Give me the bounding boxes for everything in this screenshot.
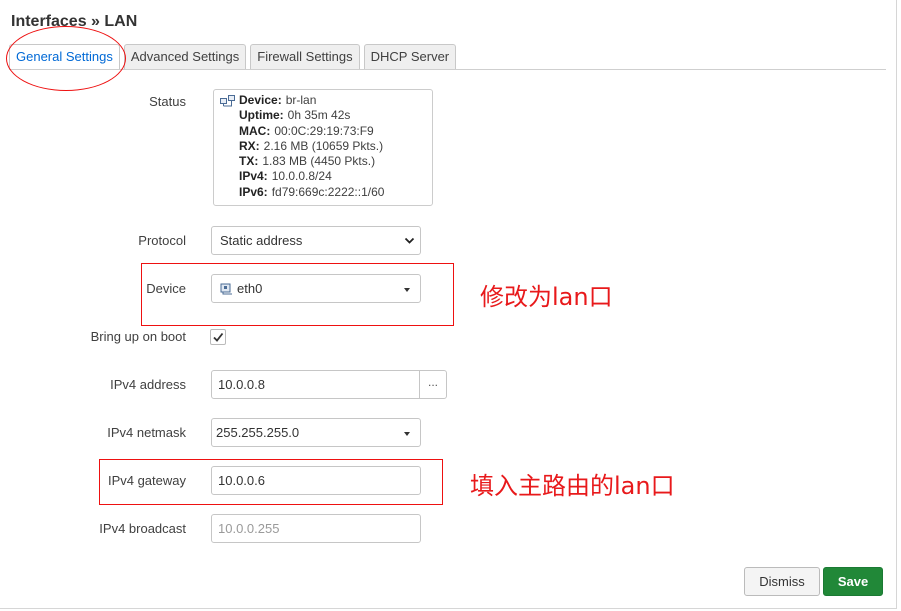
- rx-key: RX:: [239, 138, 260, 153]
- ipv4-netmask-label: IPv4 netmask: [107, 425, 186, 440]
- annotation-box-device: [141, 263, 454, 326]
- ipv6-key: IPv6:: [239, 184, 268, 199]
- ipv4-address-more-button[interactable]: ...: [419, 370, 447, 399]
- device-key: Device:: [239, 93, 282, 107]
- status-box: Device: br-lan Uptime: 0h 35m 42s MAC: 00:…: [213, 89, 433, 206]
- tx-value: 1.83 MB (4450 Pkts.): [262, 154, 376, 169]
- annotation-device-note: 修改为lan口: [480, 283, 613, 311]
- ipv4-address-input[interactable]: 10.0.0.8: [211, 370, 420, 399]
- ipv6-value: fd79:669c:2222::1/60: [271, 184, 385, 199]
- protocol-value: Static address: [220, 233, 303, 248]
- dismiss-button[interactable]: Dismiss: [744, 567, 820, 596]
- tab-divider: [9, 69, 886, 70]
- rx-value: 2.16 MB (10659 Pkts.): [263, 138, 384, 153]
- annotation-box-gateway: [99, 459, 443, 505]
- status-label: Status: [149, 94, 186, 109]
- uptime-value: 0h 35m 42s: [287, 108, 351, 123]
- device-value: br-lan: [285, 93, 317, 107]
- ipv4-broadcast-label: IPv4 broadcast: [99, 521, 186, 536]
- ipv4-value: 10.0.0.8/24: [271, 169, 332, 184]
- ipv4-address-label: IPv4 address: [110, 377, 186, 392]
- caret-down-icon: [404, 432, 410, 436]
- protocol-select[interactable]: Static address: [211, 226, 421, 255]
- ipv4-broadcast-input[interactable]: 10.0.0.255: [211, 514, 421, 543]
- bring-up-label: Bring up on boot: [90, 329, 186, 344]
- annotation-ellipse-general-tab: [6, 26, 126, 91]
- annotation-gateway-note: 填入主路由的lan口: [470, 472, 675, 500]
- network-icon: [220, 95, 235, 107]
- tab-advanced-settings[interactable]: Advanced Settings: [123, 44, 247, 69]
- tab-dhcp-server[interactable]: DHCP Server: [363, 44, 457, 69]
- tab-firewall-settings[interactable]: Firewall Settings: [250, 44, 360, 69]
- protocol-label: Protocol: [138, 233, 186, 248]
- ipv4-key: IPv4:: [239, 169, 268, 184]
- mac-key: MAC:: [239, 123, 271, 138]
- ipv4-netmask-select[interactable]: 255.255.255.0: [211, 418, 421, 447]
- uptime-key: Uptime:: [239, 108, 284, 123]
- mac-value: 00:0C:29:19:73:F9: [274, 123, 374, 138]
- checkmark-icon: [213, 332, 224, 342]
- chevron-down-icon: [404, 237, 415, 244]
- ipv4-netmask-value: 255.255.255.0: [216, 425, 300, 440]
- bring-up-checkbox[interactable]: [210, 329, 226, 345]
- save-button[interactable]: Save: [823, 567, 883, 596]
- tx-key: TX:: [239, 154, 259, 169]
